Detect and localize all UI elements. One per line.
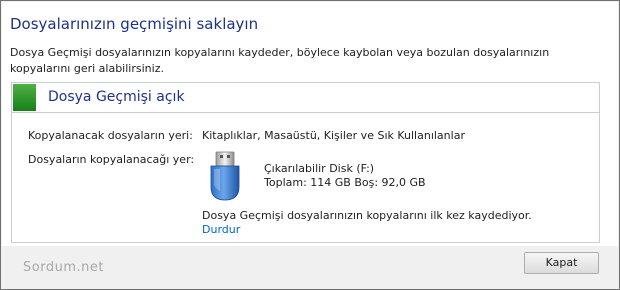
usb-drive-icon [210,151,240,201]
drive-space: Toplam: 114 GB Boş: 92,0 GB [264,176,426,189]
status-panel: Dosya Geçmişi açık Kopyalanacak dosyalar… [11,82,600,243]
watermark: Sordum.net [23,260,104,275]
dialog-description: Dosya Geçmişi dosyalarınızın kopyalarını… [10,46,550,75]
content-area: Dosyalarınızın geçmişini saklayın Dosya … [2,2,618,246]
drive-name: Çıkarılabilir Disk (F:) [264,162,375,175]
close-button[interactable]: Kapat [524,252,599,274]
status-title: Dosya Geçmişi açık [48,89,185,105]
source-label: Kopyalanacak dosyaların yeri: [28,129,193,142]
progress-message: Dosya Geçmişi dosyalarınızın kopyalarını… [202,209,532,222]
file-history-dialog: Dosyalarınızın geçmişini saklayın Dosya … [0,0,620,290]
stop-link[interactable]: Durdur [202,223,240,236]
status-header: Dosya Geçmişi açık [12,83,599,113]
target-label: Dosyaların kopyalanacağı yer: [28,153,195,166]
source-value: Kitaplıklar, Masaüstü, Kişiler ve Sık Ku… [202,129,465,142]
status-indicator [13,84,36,111]
dialog-heading: Dosyalarınızın geçmişini saklayın [10,15,259,33]
